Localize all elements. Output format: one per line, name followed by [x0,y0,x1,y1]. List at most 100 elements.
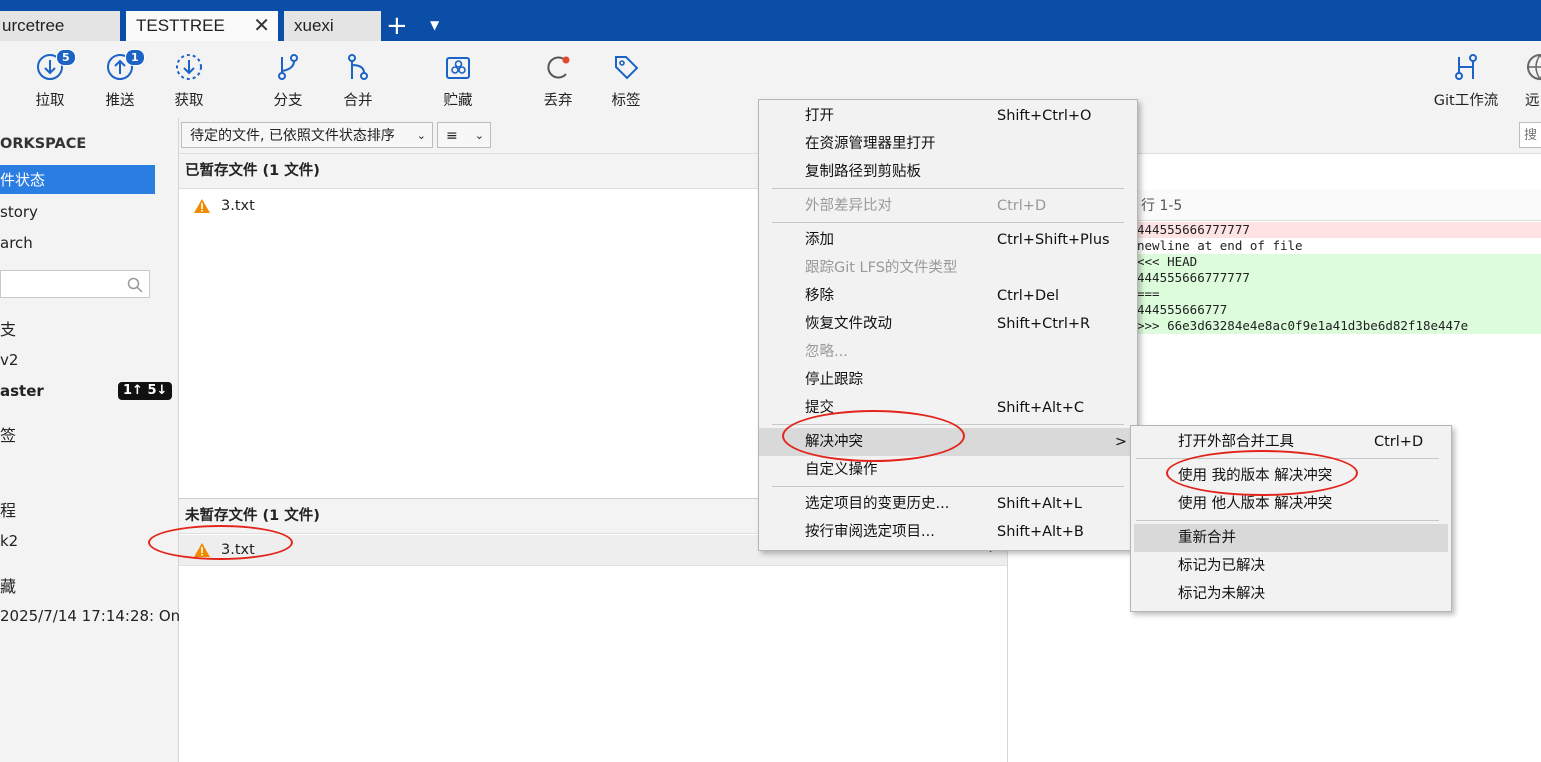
submenu-item[interactable]: 使用 他人版本 解决冲突 [1134,490,1448,518]
menu-item-label: 重新合并 [1178,530,1236,546]
sidebar-item-search[interactable]: arch [0,234,33,252]
remotes-heading[interactable]: 程 [0,497,16,521]
pull-badge: 5 [56,49,76,66]
context-menu-item[interactable]: 恢复文件改动 Shift+Ctrl+R [759,310,1137,338]
fetch-button[interactable]: 获取 [161,41,217,118]
tab-sourcetree[interactable]: urcetree [0,11,120,41]
resolve-conflict-submenu: 打开外部合并工具 Ctrl+D 使用 我的版本 解决冲突 使用 他人版本 解决冲突 重新… [1130,425,1452,612]
context-menu-item[interactable]: 添加 Ctrl+Shift+Plus [759,226,1137,254]
staged-file-row[interactable]: 3.txt [193,198,255,214]
context-menu-item[interactable]: 忽略... [759,338,1137,366]
submenu-item[interactable]: 使用 我的版本 解决冲突 [1134,462,1448,490]
menu-item-shortcut: Ctrl+D [1374,434,1424,450]
submenu-item[interactable]: 标记为未解决 [1134,580,1448,608]
menu-item-shortcut: Shift+Alt+B [997,524,1084,540]
git-flow-button[interactable]: Git工作流 [1428,41,1504,118]
menu-item-label: 跟踪Git LFS的文件类型 [805,260,958,276]
context-menu-item[interactable]: 复制路径到剪贴板 [759,158,1137,186]
stash-item[interactable]: 2025/7/14 17:14:28: On [0,607,180,625]
branch-icon [278,54,298,80]
context-menu-item[interactable]: 自定义操作 [759,456,1137,484]
merge-button[interactable]: 合并 [330,41,386,118]
discard-button[interactable]: 丢弃 [530,41,586,118]
menu-item-label: 自定义操作 [805,462,878,478]
tab-testtree[interactable]: TESTTREE ✕ [126,11,278,41]
workspace-heading: ORKSPACE [0,136,87,152]
diff-search-input[interactable]: 搜 [1519,122,1541,148]
context-menu-item[interactable]: 打开 Shift+Ctrl+O [759,102,1137,130]
pull-button[interactable]: 5 拉取 [22,41,78,118]
branch-item-v2[interactable]: v2 [0,351,18,369]
menu-item-shortcut: Ctrl+D [997,198,1047,214]
sidebar-item-file-status[interactable]: 件状态 [0,165,155,194]
menu-item-label: 恢复文件改动 [805,316,892,332]
title-tab-bar: urcetree TESTTREE ✕ xuexi + ▼ [0,0,1541,41]
context-menu-item[interactable]: 跟踪Git LFS的文件类型 [759,254,1137,282]
fetch-icon [176,54,202,80]
menu-item-shortcut: Ctrl+Shift+Plus [997,232,1110,248]
sidebar-item-history[interactable]: story [0,203,38,221]
context-menu-item[interactable]: 按行审阅选定项目... Shift+Alt+B [759,518,1137,546]
menu-item-shortcut: Shift+Ctrl+R [997,316,1091,332]
unstaged-header-label: 未暂存文件 (1 文件) [185,508,320,524]
menu-item-label: 选定项目的变更历史... [805,496,950,512]
context-menu-item[interactable]: 外部差异比对 Ctrl+D [759,192,1137,220]
view-mode-dropdown[interactable]: ≡ ⌄ [437,122,491,148]
diff-hunk-header: 行 1-5 [1137,190,1541,221]
tab-label: TESTTREE [136,16,225,35]
tags-heading[interactable]: 签 [0,422,16,446]
push-label: 推送 [105,93,135,109]
context-menu-item[interactable]: 选定项目的变更历史... Shift+Alt+L [759,490,1137,518]
hunk-range-label: 行 1-5 [1141,198,1183,214]
menu-item-label: 解决冲突 [805,434,863,450]
menu-item-label: 复制路径到剪贴板 [805,164,921,180]
push-badge: 1 [125,49,145,66]
branches-heading[interactable]: 支 [0,316,16,340]
menu-item-label: 打开 [805,108,834,124]
conflict-warning-icon [194,543,210,557]
tab-xuexi[interactable]: xuexi [284,11,381,41]
submenu-item[interactable]: 打开外部合并工具 Ctrl+D [1134,428,1448,456]
stash-button[interactable]: 贮藏 [430,41,486,118]
context-menu-item[interactable]: 移除 Ctrl+Del [759,282,1137,310]
merge-label: 合并 [343,93,373,109]
pull-label: 拉取 [35,93,65,109]
push-button[interactable]: 1 推送 [92,41,148,118]
context-menu-item[interactable]: 停止跟踪 [759,366,1137,394]
file-filter-dropdown[interactable]: 待定的文件, 已依照文件状态排序 ⌄ [181,122,433,148]
diff-line: === [1137,286,1541,302]
context-menu-item[interactable]: 在资源管理器里打开 [759,130,1137,158]
menu-item-label: 外部差异比对 [805,198,892,214]
unstaged-file-row[interactable]: 3.txt [193,542,255,558]
list-view-icon: ≡ [446,128,458,144]
menu-separator [772,188,1124,189]
submenu-item[interactable]: 标记为已解决 [1134,552,1448,580]
diff-line: >>> 66e3d63284e4e8ac0f9e1a41d3be6d82f18e… [1137,318,1541,334]
branch-item-master[interactable]: aster [0,382,44,400]
menu-separator [1136,458,1439,459]
tab-menu-chevron-icon[interactable]: ▼ [430,18,439,32]
fetch-label: 获取 [174,93,204,109]
submenu-arrow-icon: > [1114,434,1127,450]
menu-item-label: 使用 我的版本 解决冲突 [1178,468,1333,484]
submenu-item[interactable]: 重新合并 [1134,524,1448,552]
tag-button[interactable]: 标签 [598,41,654,118]
menu-item-label: 在资源管理器里打开 [805,136,936,152]
tab-label: urcetree [2,16,65,35]
branch-button[interactable]: 分支 [260,41,316,118]
diff-line: newline at end of file [1137,238,1541,254]
menu-item-label: 标记为已解决 [1178,558,1265,574]
remote-label: 远 [1525,93,1540,109]
branch-label: 分支 [273,93,303,109]
remote-button[interactable]: 远 [1520,41,1541,118]
context-menu-item[interactable]: 解决冲突 > [759,428,1137,456]
menu-item-label: 移除 [805,288,834,304]
menu-item-shortcut: Shift+Ctrl+O [997,108,1092,124]
close-icon[interactable]: ✕ [253,11,270,41]
stashes-heading[interactable]: 藏 [0,573,16,597]
menu-item-label: 使用 他人版本 解决冲突 [1178,496,1333,512]
remote-item-k2[interactable]: k2 [0,532,18,550]
context-menu-item[interactable]: 提交 Shift+Alt+C [759,394,1137,422]
add-tab-icon[interactable]: + [386,12,408,40]
sidebar-search-input[interactable] [0,270,150,298]
